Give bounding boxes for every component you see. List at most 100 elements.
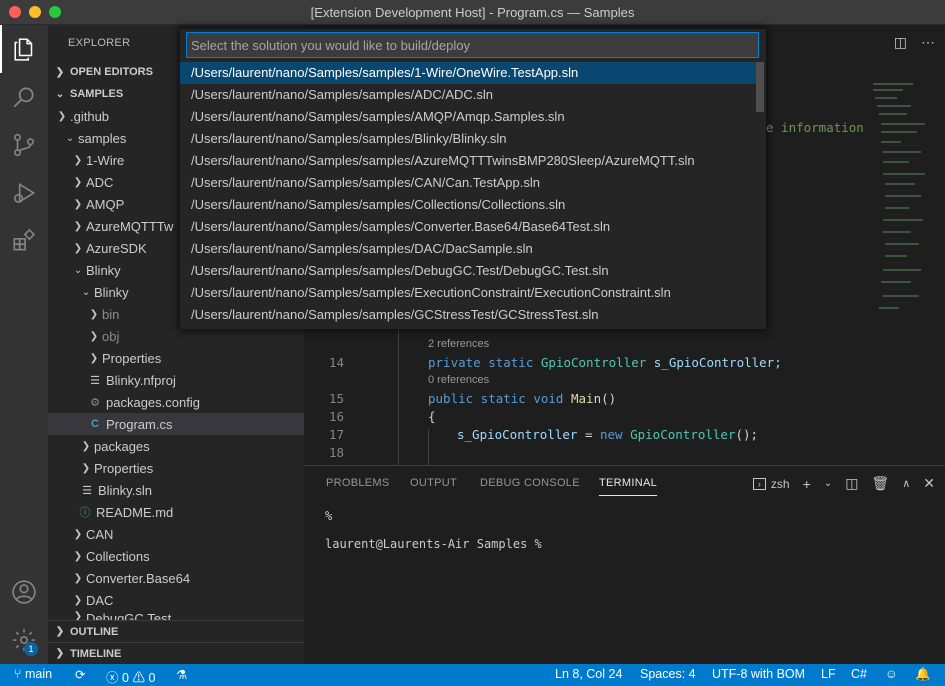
tree-item-program-cs[interactable]: C Program.cs [48, 413, 304, 435]
quick-pick-item[interactable]: /Users/laurent/nano/Samples/samples/Debu… [180, 260, 756, 282]
terminal-cursor-line: % [325, 509, 333, 523]
tree-item-packages-config[interactable]: ⚙ packages.config [48, 391, 304, 413]
language-mode[interactable]: C# [851, 667, 867, 681]
chevron-right-icon: ❯ [73, 154, 83, 166]
indentation[interactable]: Spaces: 4 [640, 667, 696, 681]
tree-item-blinky-sln[interactable]: ☰ Blinky.sln [48, 479, 304, 501]
gear-file-icon: ⚙ [90, 396, 100, 409]
new-terminal-icon[interactable]: + [803, 476, 811, 492]
chevron-right-icon: ❯ [89, 352, 99, 364]
chevron-down-icon: ⌄ [73, 264, 83, 276]
search-icon[interactable] [0, 73, 48, 121]
codelens-references[interactable]: 0 references [428, 374, 489, 386]
chevron-right-icon: ❯ [57, 110, 67, 122]
terminal-shell-selector[interactable]: › zsh [752, 477, 790, 491]
quick-pick-list: /Users/laurent/nano/Samples/samples/1-Wi… [180, 62, 756, 326]
chevron-down-icon: ⌄ [65, 132, 75, 144]
explorer-icon[interactable] [0, 25, 48, 73]
outline-section[interactable]: ❯ OUTLINE [48, 620, 304, 642]
code-hint-text: e information [766, 120, 864, 135]
chevron-right-icon: ❯ [81, 440, 91, 452]
accounts-icon[interactable] [0, 568, 48, 616]
warning-icon: ⚠ [132, 671, 145, 685]
tree-item-properties-2[interactable]: ❯ Properties [48, 457, 304, 479]
sync-icon[interactable]: ⟳ [75, 667, 85, 682]
status-bar: ⑂ main ⟳ ⓧ 0 ⚠ 0 ⚗ Ln 8, Col 24 Spaces: … [0, 664, 945, 686]
split-editor-icon[interactable]: ◫ [894, 34, 907, 51]
csharp-file-icon: C [91, 418, 99, 430]
more-actions-icon[interactable]: ⋯ [921, 34, 935, 51]
tree-item-properties[interactable]: ❯ Properties [48, 347, 304, 369]
branch-indicator[interactable]: ⑂ main [14, 667, 52, 681]
tree-item-packages[interactable]: ❯ packages [48, 435, 304, 457]
editor-actions: ◫ ⋯ [894, 34, 935, 51]
settings-gear-icon[interactable]: 1 [0, 616, 48, 664]
git-branch-icon: ⑂ [14, 667, 22, 681]
chevron-down-icon[interactable]: ⌄ [824, 478, 832, 489]
timeline-section[interactable]: ❯ TIMELINE [48, 642, 304, 664]
tree-item-converter[interactable]: ❯ Converter.Base64 [48, 567, 304, 589]
end-of-line[interactable]: LF [821, 667, 836, 681]
tree-item-collections[interactable]: ❯ Collections [48, 545, 304, 567]
maximize-panel-icon[interactable]: ∧ [902, 477, 910, 490]
chevron-right-icon: ❯ [73, 528, 83, 540]
quick-pick-item[interactable]: /Users/laurent/nano/Samples/samples/Exec… [180, 282, 756, 304]
line-number: 18 [328, 445, 344, 460]
chevron-right-icon: ❯ [89, 330, 99, 342]
chevron-down-icon: ⌄ [55, 88, 65, 100]
quick-pick-input[interactable] [186, 32, 759, 58]
problems-indicator[interactable]: ⓧ 0 ⚠ 0 [106, 667, 155, 686]
quick-pick-item[interactable]: /Users/laurent/nano/Samples/samples/DAC/… [180, 238, 756, 260]
tree-item-can[interactable]: ❯ CAN [48, 523, 304, 545]
quick-pick-item[interactable]: /Users/laurent/nano/Samples/samples/AMQP… [180, 106, 756, 128]
chevron-right-icon: ❯ [73, 220, 83, 232]
cursor-position[interactable]: Ln 8, Col 24 [555, 667, 622, 681]
quick-pick-item[interactable]: /Users/laurent/nano/Samples/samples/GCSt… [180, 304, 756, 326]
tab-terminal[interactable]: TERMINAL [599, 477, 658, 496]
tab-output[interactable]: OUTPUT [410, 477, 457, 489]
codelens-references[interactable]: 2 references [428, 338, 489, 350]
quick-pick-item[interactable]: /Users/laurent/nano/Samples/samples/Conv… [180, 216, 756, 238]
tab-debug-console[interactable]: DEBUG CONSOLE [480, 477, 580, 489]
quick-pick-item[interactable]: /Users/laurent/nano/Samples/samples/Blin… [180, 128, 756, 150]
chevron-right-icon: ❯ [55, 626, 65, 637]
chevron-right-icon: ❯ [73, 176, 83, 188]
code-line-17: s_GpioController = new GpioController(); [457, 427, 759, 442]
terminal-prompt[interactable]: laurent@Laurents-Air Samples % [325, 537, 542, 551]
source-control-icon[interactable] [0, 121, 48, 169]
terminal-icon: › [752, 477, 766, 490]
quick-pick-item[interactable]: /Users/laurent/nano/Samples/samples/Coll… [180, 194, 756, 216]
quick-pick-item[interactable]: /Users/laurent/nano/Samples/samples/1-Wi… [180, 62, 756, 84]
notifications-bell-icon[interactable]: 🔔 [915, 667, 931, 682]
encoding[interactable]: UTF-8 with BOM [712, 667, 805, 681]
bottom-panel: PROBLEMS OUTPUT DEBUG CONSOLE TERMINAL ›… [304, 465, 945, 664]
close-panel-icon[interactable]: ✕ [923, 475, 935, 492]
line-number: 15 [328, 391, 344, 406]
chevron-right-icon: ❯ [73, 242, 83, 254]
chevron-right-icon: ❯ [55, 66, 65, 78]
tree-item-readme[interactable]: ⓘ README.md [48, 501, 304, 523]
solution-quick-pick: /Users/laurent/nano/Samples/samples/1-Wi… [180, 29, 766, 329]
flask-icon[interactable]: ⚗ [176, 667, 187, 682]
indent-guide [428, 429, 429, 465]
extensions-icon[interactable] [0, 217, 48, 265]
tree-item-nfproj[interactable]: ☰ Blinky.nfproj [48, 369, 304, 391]
title-bar: [Extension Development Host] - Program.c… [0, 0, 945, 25]
line-number: 16 [328, 409, 344, 424]
tree-item-dac[interactable]: ❯ DAC [48, 589, 304, 611]
chevron-right-icon: ❯ [73, 572, 83, 584]
feedback-icon[interactable]: ☺ [885, 667, 898, 681]
split-terminal-icon[interactable]: ◫ [845, 475, 858, 492]
chevron-right-icon: ❯ [55, 648, 65, 659]
quick-pick-scrollbar[interactable] [756, 62, 764, 112]
quick-pick-item[interactable]: /Users/laurent/nano/Samples/samples/Azur… [180, 150, 756, 172]
quick-pick-item[interactable]: /Users/laurent/nano/Samples/samples/ADC/… [180, 84, 756, 106]
quick-pick-item[interactable]: /Users/laurent/nano/Samples/samples/CAN/… [180, 172, 756, 194]
activity-bar: 1 [0, 25, 48, 664]
chevron-down-icon: ⌄ [81, 286, 91, 298]
run-debug-icon[interactable] [0, 169, 48, 217]
tab-problems[interactable]: PROBLEMS [326, 477, 390, 489]
error-icon: ⓧ [106, 671, 119, 685]
trash-icon[interactable]: 🗑 [871, 475, 889, 492]
minimap[interactable] [871, 83, 931, 313]
